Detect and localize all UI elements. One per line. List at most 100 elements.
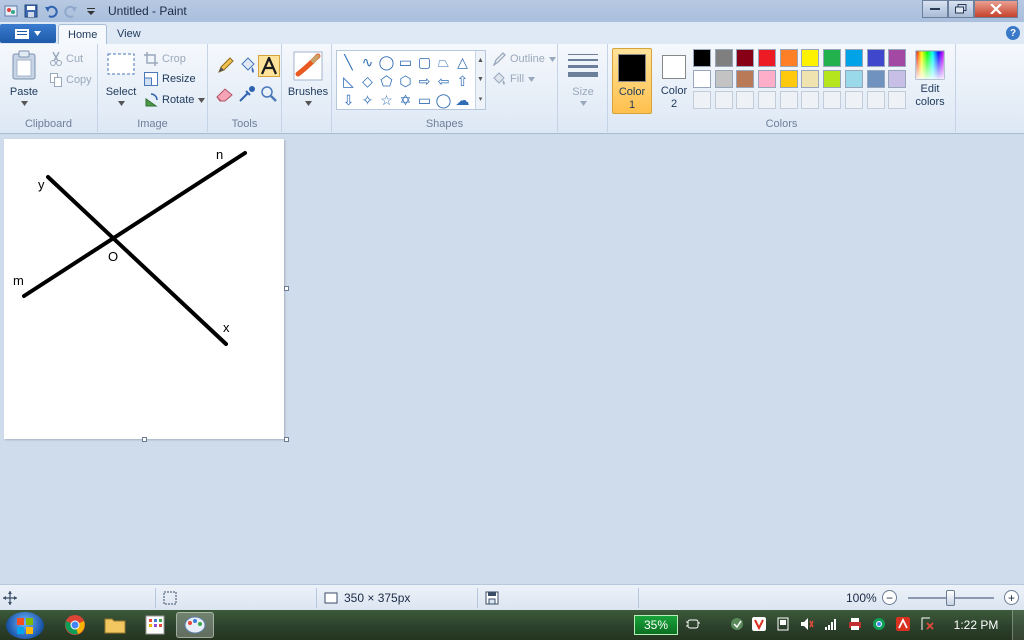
edit-colors-button[interactable]: Edit colors (908, 50, 952, 109)
diamond-shape-icon[interactable]: ◇ (358, 72, 377, 91)
system-clock[interactable]: 1:22 PM (948, 610, 1004, 640)
network-sync-icon[interactable] (730, 617, 744, 631)
fill-button[interactable]: Fill (492, 70, 536, 88)
pencil-tool[interactable] (214, 56, 236, 76)
curve-shape-icon[interactable]: ∿ (358, 53, 377, 72)
custom-color-slot[interactable] (866, 91, 885, 109)
palette-swatch[interactable] (866, 49, 885, 67)
zoom-out-button[interactable]: − (882, 590, 897, 605)
volume-muted-icon[interactable] (800, 617, 814, 631)
custom-color-slot[interactable] (844, 91, 863, 109)
redo-icon[interactable] (64, 4, 78, 18)
custom-color-slot[interactable] (801, 91, 820, 109)
custom-color-slot[interactable] (693, 91, 711, 109)
chrome-tray-icon[interactable] (872, 617, 886, 631)
four-point-star-shape-icon[interactable]: ✧ (358, 91, 377, 110)
action-center-icon[interactable] (920, 617, 934, 631)
rect-callout-shape-icon[interactable]: ▭ (415, 91, 434, 110)
tab-home[interactable]: Home (58, 24, 108, 44)
fill-tool[interactable] (236, 56, 258, 76)
palette-swatch[interactable] (758, 49, 777, 67)
magnifier-tool[interactable] (258, 84, 280, 104)
custom-color-slot[interactable] (714, 91, 733, 109)
undo-icon[interactable] (44, 4, 58, 18)
left-arrow-shape-icon[interactable]: ⇦ (434, 72, 453, 91)
palette-swatch[interactable] (888, 70, 907, 88)
device-icon[interactable] (776, 617, 790, 631)
resize-handle-corner[interactable] (284, 437, 289, 442)
taskbar-apps[interactable] (136, 612, 174, 638)
palette-swatch[interactable] (801, 70, 820, 88)
close-button[interactable] (974, 0, 1018, 18)
palette-swatch[interactable] (779, 70, 798, 88)
palette-swatch[interactable] (714, 70, 733, 88)
eraser-tool[interactable] (214, 84, 236, 104)
minimize-button[interactable] (922, 0, 948, 18)
triangle-shape-icon[interactable]: △ (453, 53, 472, 72)
copy-button[interactable]: Copy (50, 71, 92, 89)
five-point-star-shape-icon[interactable]: ☆ (377, 91, 396, 110)
palette-swatch[interactable] (693, 49, 711, 67)
brushes-button[interactable]: Brushes (286, 50, 330, 106)
scroll-up-icon[interactable]: ▲ (477, 57, 484, 64)
color1-button[interactable]: Color 1 (612, 48, 652, 114)
custom-color-slot[interactable] (888, 91, 907, 109)
shapes-scrollbar[interactable]: ▲ ▼ ▾ (475, 51, 485, 109)
palette-swatch[interactable] (888, 49, 907, 67)
help-icon[interactable]: ? (1006, 26, 1020, 40)
palette-swatch[interactable] (866, 70, 885, 88)
customize-qat-icon[interactable] (84, 4, 98, 18)
taskbar-paint[interactable] (176, 612, 214, 638)
rounded-rectangle-shape-icon[interactable]: ▢ (415, 53, 434, 72)
battery-indicator[interactable]: 35% (634, 615, 678, 635)
right-triangle-shape-icon[interactable]: ◺ (339, 72, 358, 91)
printer-icon[interactable] (848, 617, 862, 631)
oval-callout-shape-icon[interactable]: ◯ (434, 91, 453, 110)
cloud-callout-shape-icon[interactable]: ☁ (453, 91, 472, 110)
cut-button[interactable]: Cut (50, 50, 83, 68)
line-shape-icon[interactable]: ╲ (339, 53, 358, 72)
six-point-star-shape-icon[interactable]: ✡ (396, 91, 415, 110)
antivirus-icon[interactable] (896, 617, 910, 631)
color-picker-tool[interactable] (236, 84, 258, 104)
taskbar-explorer[interactable] (96, 612, 134, 638)
canvas-workspace[interactable]: y n O m x (0, 134, 1024, 584)
down-arrow-shape-icon[interactable]: ⇩ (339, 91, 358, 110)
taskbar-chrome[interactable] (56, 612, 94, 638)
paint-menu-button[interactable] (0, 24, 56, 43)
paste-button[interactable]: Paste (6, 50, 42, 106)
restore-button[interactable] (948, 0, 974, 18)
right-arrow-shape-icon[interactable]: ⇨ (415, 72, 434, 91)
resize-handle-right[interactable] (284, 286, 289, 291)
start-button[interactable] (6, 612, 44, 639)
shapes-gallery[interactable]: ╲ ∿ ◯ ▭ ▢ ⏢ △ ◺ ◇ ⬠ ⬡ ⇨ ⇦ ⇧ ⇩ ✧ ☆ ✡ ▭ ◯ (336, 50, 486, 110)
custom-color-slot[interactable] (758, 91, 777, 109)
palette-swatch[interactable] (823, 70, 842, 88)
palette-swatch[interactable] (823, 49, 842, 67)
scroll-down-icon[interactable]: ▼ (477, 76, 484, 83)
hexagon-shape-icon[interactable]: ⬡ (396, 72, 415, 91)
palette-swatch[interactable] (758, 70, 777, 88)
zoom-slider-thumb[interactable] (946, 590, 955, 606)
palette-swatch[interactable] (736, 70, 755, 88)
power-plug-icon[interactable] (686, 617, 700, 631)
size-button[interactable]: Size (564, 52, 602, 106)
palette-swatch[interactable] (693, 70, 711, 88)
pentagon-shape-icon[interactable]: ⬠ (377, 72, 396, 91)
resize-handle-bottom[interactable] (142, 437, 147, 442)
zoom-in-button[interactable]: + (1004, 590, 1019, 605)
crop-button[interactable]: Crop (144, 50, 186, 68)
oval-shape-icon[interactable]: ◯ (377, 53, 396, 72)
rotate-button[interactable]: Rotate (144, 91, 206, 109)
outline-button[interactable]: Outline (492, 50, 556, 68)
palette-swatch[interactable] (801, 49, 820, 67)
custom-color-slot[interactable] (823, 91, 842, 109)
save-icon[interactable] (24, 4, 38, 18)
select-button[interactable]: Select (104, 52, 138, 106)
palette-swatch[interactable] (844, 70, 863, 88)
resize-button[interactable]: Resize (144, 70, 196, 88)
custom-color-slot[interactable] (779, 91, 798, 109)
up-arrow-shape-icon[interactable]: ⇧ (453, 72, 472, 91)
palette-swatch[interactable] (714, 49, 733, 67)
palette-swatch[interactable] (779, 49, 798, 67)
